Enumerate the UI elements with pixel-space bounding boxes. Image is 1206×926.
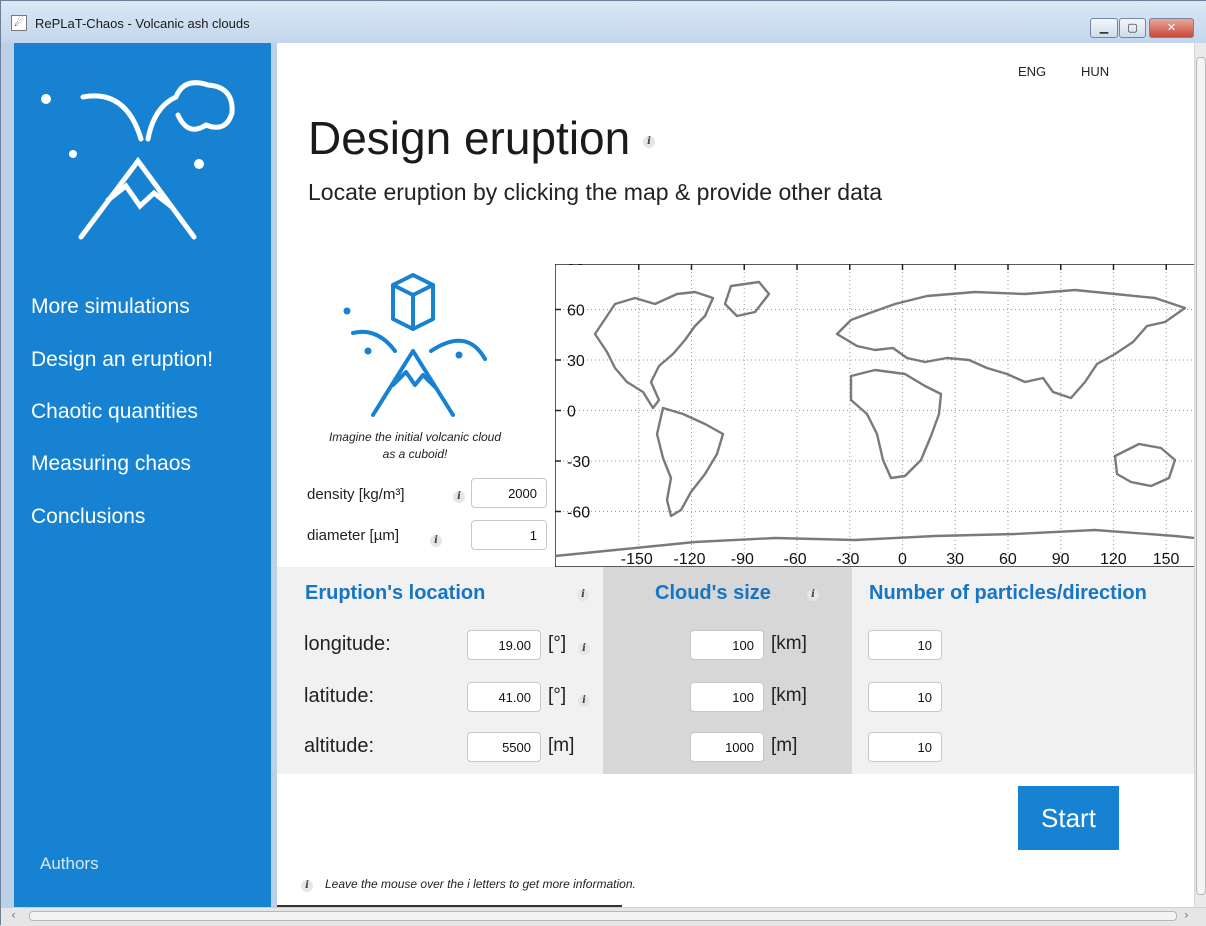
map-lat-tick-label: 60 — [567, 303, 585, 320]
map-lat-tick-label: 30 — [567, 353, 585, 370]
map-lon-tick-label: -60 — [784, 551, 807, 567]
latitude-input[interactable] — [467, 682, 541, 712]
map-lon-tick-label: 0 — [898, 551, 907, 567]
longitude-label: longitude: — [304, 633, 391, 655]
app-window: ☄ RePLaT-Chaos - Volcanic ash clouds ▁ ▢… — [0, 0, 1206, 926]
longitude-info-icon[interactable]: i — [578, 643, 590, 655]
map-lat-tick-label: 90 — [567, 264, 585, 269]
latitude-label: latitude: — [304, 685, 375, 707]
density-info-icon[interactable]: i — [453, 491, 465, 503]
map-lon-tick-label: -120 — [674, 551, 706, 567]
caption-line-1: Imagine the initial volcanic cloud — [328, 430, 502, 444]
scroll-left-arrow-icon[interactable]: ‹ — [11, 908, 16, 922]
world-map[interactable]: 90 60 30 0 -30 -60 -150 -120 -90 -60 -30 0 30 60 90 120… — [555, 264, 1194, 567]
footnote-text: Leave the mouse over the i letters to ge… — [325, 877, 636, 891]
caption-line-2: as a cuboid! — [382, 447, 448, 461]
window-title: RePLaT-Chaos - Volcanic ash clouds — [35, 16, 250, 31]
cloud-size-z-input[interactable] — [690, 732, 764, 762]
cuboid-caption: Imagine the initial volcanic cloud as a … — [295, 429, 535, 463]
map-lat-tick-label: 0 — [567, 404, 576, 421]
horizontal-scrollbar-thumb[interactable] — [29, 911, 1177, 921]
title-bar[interactable]: ☄ RePLaT-Chaos - Volcanic ash clouds ▁ ▢… — [1, 1, 1206, 43]
vertical-scrollbar-thumb[interactable] — [1196, 57, 1206, 895]
latitude-unit: [°] — [548, 685, 567, 706]
map-lon-tick-label: -30 — [836, 551, 859, 567]
density-input[interactable] — [471, 478, 547, 508]
map-lon-tick-label: 120 — [1100, 551, 1127, 567]
minimize-button[interactable]: ▁ — [1090, 18, 1118, 38]
page-title-text: Design eruption — [308, 112, 631, 164]
map-lon-tick-label: 30 — [946, 551, 964, 567]
close-button[interactable]: ✕ — [1149, 18, 1194, 38]
map-lon-tick-label: 60 — [999, 551, 1017, 567]
map-lon-tick-label: -90 — [731, 551, 754, 567]
scroll-right-arrow-icon[interactable]: › — [1184, 908, 1189, 922]
page-subtitle: Locate eruption by clicking the map & pr… — [308, 179, 883, 205]
map-lon-tick-label: 90 — [1052, 551, 1070, 567]
lang-eng-link[interactable]: ENG — [1018, 64, 1046, 79]
map-lat-tick-label: -30 — [567, 454, 590, 471]
sidebar-item-chaotic-quantities[interactable]: Chaotic quantities — [31, 400, 198, 424]
sidebar-item-measuring-chaos[interactable]: Measuring chaos — [31, 452, 191, 476]
map-lat-tick-label: -60 — [567, 505, 590, 522]
sidebar-item-design-eruption[interactable]: Design an eruption! — [31, 348, 213, 372]
sidebar-item-more-simulations[interactable]: More simulations — [31, 295, 190, 319]
cloud-size-x-unit: [km] — [771, 633, 807, 654]
altitude-input[interactable] — [467, 732, 541, 762]
title-info-icon[interactable]: i — [642, 135, 655, 148]
particles-header: Number of particles/direction — [869, 582, 1147, 604]
location-header: Eruption's location — [305, 582, 486, 604]
diameter-input[interactable] — [471, 520, 547, 550]
particles-z-input[interactable] — [868, 732, 942, 762]
sidebar: More simulations Design an eruption! Cha… — [14, 43, 271, 907]
altitude-label: altitude: — [304, 735, 375, 757]
cloud-size-y-input[interactable] — [690, 682, 764, 712]
location-info-icon[interactable]: i — [577, 589, 589, 601]
page-title: Design eruption i — [308, 111, 655, 165]
sidebar-item-conclusions[interactable]: Conclusions — [31, 505, 145, 529]
maximize-button[interactable]: ▢ — [1119, 18, 1146, 38]
volcano-cuboid-icon — [343, 273, 487, 417]
diameter-info-icon[interactable]: i — [430, 535, 442, 547]
main-content: ENG HUN Design eruption i Locate eruptio… — [277, 43, 1194, 907]
altitude-unit: [m] — [548, 735, 575, 756]
cloud-size-x-input[interactable] — [690, 630, 764, 660]
latitude-info-icon[interactable]: i — [578, 695, 590, 707]
cloud-size-y-unit: [km] — [771, 685, 807, 706]
particles-x-input[interactable] — [868, 630, 942, 660]
map-lon-tick-label: 150 — [1153, 551, 1180, 567]
footnote: i Leave the mouse over the i letters to g… — [301, 877, 636, 892]
cloud-size-z-unit: [m] — [771, 735, 798, 756]
authors-link[interactable]: Authors — [40, 854, 99, 874]
parameter-panel: Eruption's location i Cloud's size i Num… — [277, 567, 1194, 774]
longitude-input[interactable] — [467, 630, 541, 660]
longitude-unit: [°] — [548, 633, 567, 654]
density-label: density [kg/m³] — [307, 486, 405, 503]
map-lon-tick-label: -150 — [621, 551, 653, 567]
cloud-size-header: Cloud's size — [655, 582, 771, 604]
diameter-label: diameter [µm] — [307, 527, 399, 544]
volcano-app-icon: ☄ — [11, 15, 27, 31]
footnote-info-icon: i — [301, 880, 313, 892]
lang-hun-link[interactable]: HUN — [1081, 64, 1109, 79]
cloud-size-info-icon[interactable]: i — [807, 589, 819, 601]
particles-y-input[interactable] — [868, 682, 942, 712]
volcano-eruption-icon — [41, 80, 235, 240]
start-button[interactable]: Start — [1018, 786, 1119, 850]
